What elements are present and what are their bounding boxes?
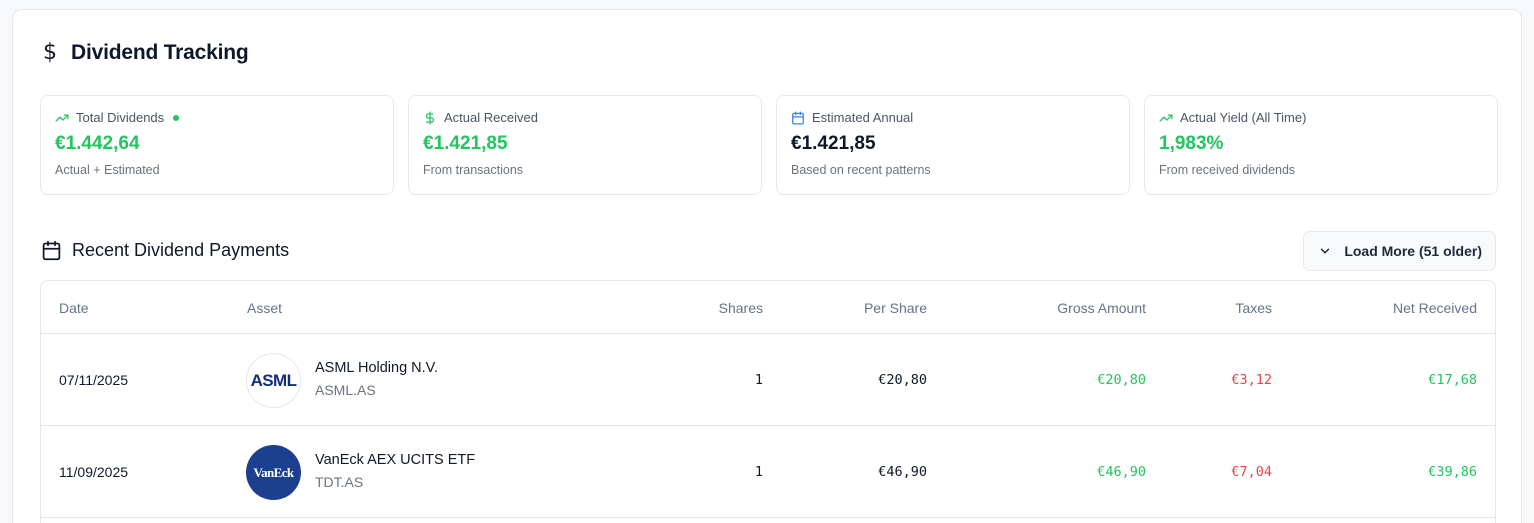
column-header-net-received[interactable]: Net Received xyxy=(1393,300,1477,316)
asset-logo-text: VanEck xyxy=(253,464,295,480)
table-row[interactable]: 11/09/2025 VanEck VanEck AEX UCITS ETF T… xyxy=(41,426,1495,518)
recent-payments-header: Recent Dividend Payments Load More (51 o… xyxy=(41,230,1496,272)
gross-amount-value: €20,80 xyxy=(1097,372,1146,388)
column-header-gross-amount[interactable]: Gross Amount xyxy=(1057,300,1146,316)
per-share-value: €46,90 xyxy=(878,464,927,480)
payment-date: 11/09/2025 xyxy=(59,464,129,480)
calendar-icon xyxy=(42,240,61,261)
asset-logo-text: ASML xyxy=(250,370,297,390)
asset-name: VanEck AEX UCITS ETF xyxy=(315,452,476,468)
net-received-value: €17,68 xyxy=(1428,372,1477,388)
stat-value: €1.421,85 xyxy=(791,133,876,154)
asset-symbol: TDT.AS xyxy=(315,474,364,490)
chevron-down-icon xyxy=(1321,248,1330,254)
load-more-label: Load More (51 older) xyxy=(1344,243,1482,259)
stat-subtitle: Based on recent patterns xyxy=(791,163,931,177)
section-title-text: Recent Dividend Payments xyxy=(72,240,290,260)
stat-actual-yield: Actual Yield (All Time) 1,983% From rece… xyxy=(1144,95,1498,195)
dollar-icon: $ xyxy=(43,40,57,65)
dividend-payments-table: Date Asset Shares Per Share Gross Amount… xyxy=(40,280,1496,523)
dividend-tracking-card: $ Dividend Tracking Total Dividends €1.4… xyxy=(12,9,1522,523)
page-title: Dividend Tracking xyxy=(71,40,249,64)
dollar-icon xyxy=(425,111,435,124)
asset-logo: VanEck xyxy=(246,445,301,500)
asset-logo: ASML xyxy=(246,353,301,408)
stat-value: 1,983% xyxy=(1159,133,1224,154)
shares-value: 1 xyxy=(754,464,763,480)
taxes-value: €3,12 xyxy=(1231,372,1272,388)
stat-value: €1.442,64 xyxy=(55,133,140,154)
column-header-date[interactable]: Date xyxy=(59,300,89,316)
column-header-taxes[interactable]: Taxes xyxy=(1235,300,1272,316)
column-header-per-share[interactable]: Per Share xyxy=(864,300,927,316)
net-received-value: €39,86 xyxy=(1428,464,1477,480)
asset-name: ASML Holding N.V. xyxy=(315,360,439,376)
stat-label: Actual Yield (All Time) xyxy=(1180,110,1307,125)
stats-row: Total Dividends €1.442,64 Actual + Estim… xyxy=(40,95,1498,195)
taxes-value: €7,04 xyxy=(1231,464,1272,480)
live-indicator-dot xyxy=(173,114,180,121)
asset-symbol: ASML.AS xyxy=(315,382,376,398)
stat-label: Total Dividends xyxy=(76,110,165,125)
stat-subtitle: Actual + Estimated xyxy=(55,163,160,177)
trending-up-icon xyxy=(1159,113,1173,122)
page-header: $ Dividend Tracking xyxy=(41,40,249,65)
stat-total-dividends: Total Dividends €1.442,64 Actual + Estim… xyxy=(40,95,394,195)
column-header-asset[interactable]: Asset xyxy=(247,300,282,316)
stat-subtitle: From transactions xyxy=(423,163,524,177)
stat-subtitle: From received dividends xyxy=(1159,163,1296,177)
table-header-row: Date Asset Shares Per Share Gross Amount… xyxy=(41,281,1495,334)
section-title: Recent Dividend Payments xyxy=(41,240,289,261)
load-more-button[interactable]: Load More (51 older) xyxy=(1303,231,1496,271)
payment-date: 07/11/2025 xyxy=(59,372,129,388)
stat-actual-received: Actual Received €1.421,85 From transacti… xyxy=(408,95,762,195)
stat-estimated-annual: Estimated Annual €1.421,85 Based on rece… xyxy=(776,95,1130,195)
column-header-shares[interactable]: Shares xyxy=(719,300,763,316)
trending-up-icon xyxy=(55,113,69,122)
calendar-icon xyxy=(792,111,804,124)
stat-value: €1.421,85 xyxy=(423,133,508,154)
per-share-value: €20,80 xyxy=(878,372,927,388)
shares-value: 1 xyxy=(754,372,763,388)
stat-label: Estimated Annual xyxy=(812,110,914,125)
gross-amount-value: €46,90 xyxy=(1097,464,1146,480)
stat-label: Actual Received xyxy=(444,110,538,125)
table-row[interactable]: 07/11/2025 ASML ASML Holding N.V. ASML.A… xyxy=(41,334,1495,426)
